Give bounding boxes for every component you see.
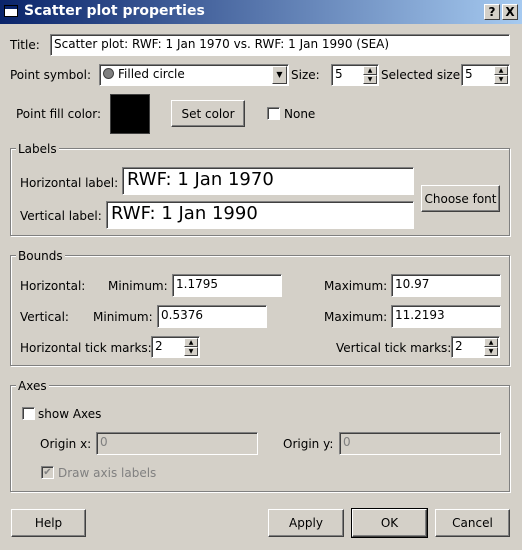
h-tick-marks-label: Horizontal tick marks: bbox=[20, 341, 152, 355]
point-fill-color-label: Point fill color: bbox=[16, 107, 102, 121]
spin-up-icon[interactable]: ▲ bbox=[363, 66, 377, 75]
labels-group-title: Labels bbox=[16, 142, 59, 156]
axes-group-title: Axes bbox=[16, 379, 49, 393]
bounds-vertical-label: Vertical: bbox=[20, 310, 69, 324]
origin-x-input[interactable]: 0 bbox=[96, 432, 258, 455]
close-icon[interactable]: X bbox=[502, 4, 518, 20]
origin-y-label: Origin y: bbox=[283, 437, 334, 451]
point-symbol-value: Filled circle bbox=[118, 67, 185, 81]
selected-size-label: Selected size: bbox=[381, 68, 465, 82]
vertical-label-label: Vertical label: bbox=[20, 209, 102, 223]
spin-up-icon[interactable]: ▲ bbox=[184, 338, 198, 347]
title-label: Title: bbox=[10, 38, 40, 52]
title-bar: Scatter plot properties ? X bbox=[0, 0, 522, 24]
show-axes-checkbox[interactable] bbox=[22, 407, 35, 420]
spin-down-icon[interactable]: ▼ bbox=[184, 347, 198, 356]
v-minimum-label: Minimum: bbox=[93, 310, 153, 324]
v-minimum-input[interactable]: 0.5376 bbox=[157, 305, 267, 328]
set-color-button[interactable]: Set color bbox=[171, 100, 245, 127]
h-maximum-label: Maximum: bbox=[324, 279, 388, 293]
help-button[interactable]: Help bbox=[11, 509, 86, 537]
spin-down-icon[interactable]: ▼ bbox=[363, 75, 377, 84]
selected-size-stepper[interactable]: 5 ▲ ▼ bbox=[461, 64, 510, 86]
ok-button[interactable]: OK bbox=[351, 508, 428, 538]
h-minimum-input[interactable]: 1.1795 bbox=[172, 274, 282, 297]
draw-axis-labels-checkbox[interactable]: ✔ bbox=[41, 466, 54, 479]
choose-font-button[interactable]: Choose font bbox=[421, 185, 500, 212]
h-tick-marks-stepper[interactable]: 2 ▲ ▼ bbox=[151, 336, 200, 358]
v-tick-marks-stepper[interactable]: 2 ▲ ▼ bbox=[451, 336, 500, 358]
h-tick-marks-value: 2 bbox=[155, 339, 163, 353]
size-stepper[interactable]: 5 ▲ ▼ bbox=[331, 64, 379, 86]
point-symbol-select[interactable]: Filled circle ▼ bbox=[99, 64, 289, 86]
size-label: Size: bbox=[291, 68, 320, 82]
origin-y-input[interactable]: 0 bbox=[339, 432, 501, 455]
v-tick-marks-label: Vertical tick marks: bbox=[336, 341, 452, 355]
v-tick-marks-value: 2 bbox=[455, 339, 463, 353]
window-icon bbox=[4, 5, 18, 17]
none-label: None bbox=[284, 107, 316, 121]
none-checkbox[interactable] bbox=[267, 107, 280, 120]
origin-x-label: Origin x: bbox=[40, 437, 92, 451]
show-axes-label: show Axes bbox=[38, 407, 102, 421]
fill-color-swatch bbox=[110, 94, 150, 134]
h-minimum-label: Minimum: bbox=[108, 279, 168, 293]
point-symbol-label: Point symbol: bbox=[10, 68, 91, 82]
chevron-down-icon[interactable]: ▼ bbox=[272, 66, 287, 84]
apply-button[interactable]: Apply bbox=[268, 509, 344, 537]
window-title: Scatter plot properties bbox=[24, 3, 205, 19]
spin-up-icon[interactable]: ▲ bbox=[494, 66, 508, 75]
filled-circle-icon bbox=[103, 68, 114, 79]
v-maximum-label: Maximum: bbox=[324, 310, 388, 324]
h-maximum-input[interactable]: 10.97 bbox=[391, 274, 501, 297]
size-value: 5 bbox=[335, 67, 343, 81]
spin-up-icon[interactable]: ▲ bbox=[484, 338, 498, 347]
spin-down-icon[interactable]: ▼ bbox=[484, 347, 498, 356]
vertical-label-input[interactable]: RWF: 1 Jan 1990 bbox=[106, 201, 414, 229]
spin-down-icon[interactable]: ▼ bbox=[494, 75, 508, 84]
horizontal-label-label: Horizontal label: bbox=[20, 176, 119, 190]
cancel-button[interactable]: Cancel bbox=[435, 509, 510, 537]
help-icon[interactable]: ? bbox=[484, 4, 500, 20]
v-maximum-input[interactable]: 11.2193 bbox=[391, 305, 501, 328]
draw-axis-labels-label: Draw axis labels bbox=[58, 466, 157, 480]
horizontal-label-input[interactable]: RWF: 1 Jan 1970 bbox=[122, 167, 414, 195]
bounds-group-title: Bounds bbox=[16, 249, 65, 263]
title-input[interactable]: Scatter plot: RWF: 1 Jan 1970 vs. RWF: 1… bbox=[50, 34, 510, 56]
bounds-horizontal-label: Horizontal: bbox=[20, 279, 86, 293]
selected-size-value: 5 bbox=[465, 67, 473, 81]
